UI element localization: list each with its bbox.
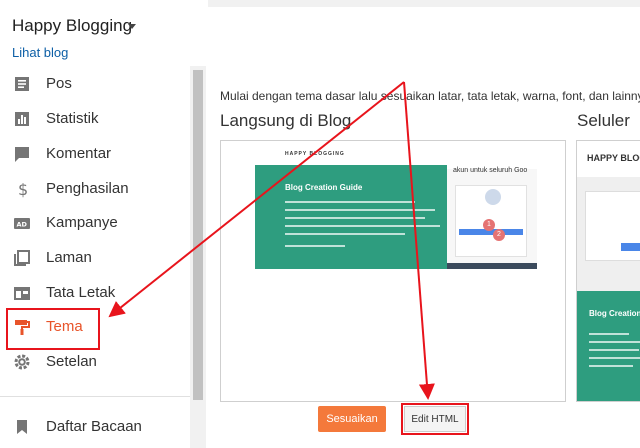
avatar [485,189,501,205]
sidebar-item-earnings[interactable]: $ Penghasilan [0,172,190,206]
sidebar-item-label: Laman [46,249,92,266]
sidebar-item-label: Kampanye [46,214,118,231]
theme-intro-text: Mulai dengan tema dasar lalu sesuaikan l… [220,89,640,103]
mobile-text-line [589,333,629,335]
sidebar-item-settings[interactable]: Setelan [0,345,190,379]
comments-icon [15,147,29,162]
pages-icon [14,250,30,266]
dollar-icon: $ [18,180,28,198]
sidebar-item-label: Setelan [46,353,97,370]
svg-text:$: $ [18,180,28,198]
scrollbar-thumb[interactable] [193,70,203,400]
mobile-heading: Seluler [577,111,630,130]
preview-text-line [285,217,425,219]
view-blog-link[interactable]: Lihat blog [12,45,68,60]
preview-text-line [285,209,435,211]
bookmark-icon [17,420,27,434]
sidebar-item-label: Daftar Bacaan [46,418,142,435]
preview-popup-title: akun untuk seluruh Goo [453,167,528,174]
sidebar-item-comments[interactable]: Komentar [0,137,190,171]
ad-icon: AD [14,218,30,229]
mobile-text-line [589,357,640,359]
sidebar-item-reading-list[interactable]: Daftar Bacaan [0,410,190,444]
step-badge-2: 2 [493,229,505,241]
sidebar-item-label: Pos [46,75,72,92]
svg-text:AD: AD [17,221,28,229]
mobile-hero [577,291,640,401]
blog-header: Happy Blogging Lihat blog [0,0,208,66]
gear-icon [14,354,30,370]
posts-icon [15,77,29,91]
preview-taskbar [447,263,537,269]
annotation-highlight-edit-html [401,403,469,435]
sidebar-item-stats[interactable]: Statistik [0,102,190,136]
preview-text-line [285,245,345,247]
stats-icon [15,112,29,126]
sidebar-item-label: Tata Letak [46,284,116,301]
customize-button[interactable]: Sesuaikan [318,406,386,432]
live-blog-heading: Langsung di Blog [220,111,352,130]
sidebar-item-label: Statistik [46,110,99,127]
sidebar-item-campaigns[interactable]: AD Kampanye [0,206,190,240]
preview-text-line [285,225,440,227]
mobile-post-title: Blog Creation [589,309,640,318]
sidebar-item-layout[interactable]: Tata Letak [0,276,190,310]
live-blog-preview[interactable]: HAPPY BLOGGING Blog Creation Guide akun … [220,140,566,402]
mobile-preview[interactable]: HAPPY BLOG Blog Creation [576,140,640,402]
mobile-text-line [589,365,633,367]
blog-name[interactable]: Happy Blogging [12,16,132,36]
preview-text-line [285,233,405,235]
mobile-site-title: HAPPY BLOG [587,153,640,163]
sidebar-item-label: Komentar [46,145,112,162]
preview-hero: Blog Creation Guide [255,165,447,269]
preview-post-title: Blog Creation Guide [285,183,363,192]
step-badge-1: 1 [483,219,495,231]
preview-site-title: HAPPY BLOGGING [285,151,345,157]
sidebar: Pos Statistik Komentar $ Penghasilan AD … [0,66,190,448]
top-strip [208,0,640,7]
mobile-text-line [589,349,639,351]
sidebar-divider [0,396,190,397]
sidebar-item-pages[interactable]: Laman [0,241,190,275]
sidebar-item-posts[interactable]: Pos [0,67,190,101]
chevron-down-icon[interactable] [128,24,136,29]
layout-icon [14,287,30,300]
mobile-popup-button [621,243,640,251]
mobile-text-line [589,341,640,343]
preview-text-line [285,201,415,203]
sidebar-item-label: Penghasilan [46,180,129,197]
annotation-highlight-theme [6,308,100,350]
